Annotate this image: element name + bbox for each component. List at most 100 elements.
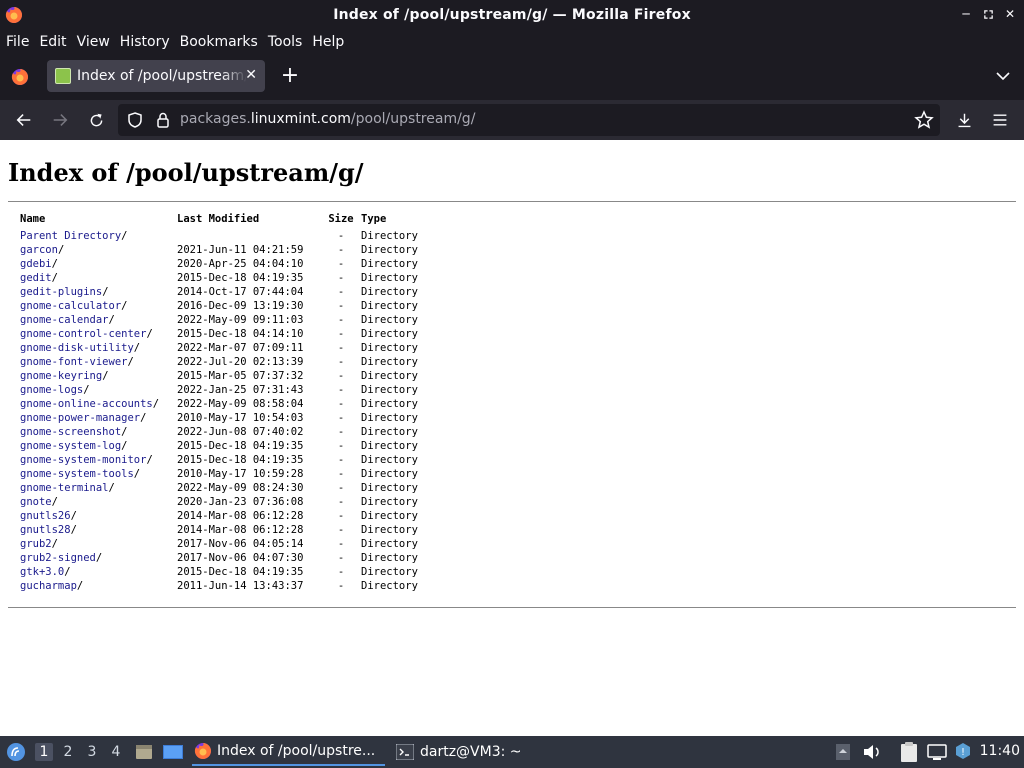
window-title-bar: Index of /pool/upstream/g/ — Mozilla Fir…	[0, 0, 1024, 30]
directory-link[interactable]: gnome-control-center	[20, 328, 146, 340]
menu-file[interactable]: File	[6, 34, 29, 50]
task-firefox-label: Index of /pool/upstre...	[217, 743, 376, 759]
taskbar-clock[interactable]: 11:40	[980, 743, 1020, 759]
minimize-icon[interactable]: ─	[958, 5, 974, 23]
directory-link[interactable]: gnome-keyring	[20, 370, 102, 382]
directory-link[interactable]: gtk+3.0	[20, 566, 64, 578]
firefox-view-icon[interactable]	[11, 68, 29, 86]
directory-link[interactable]: gnome-system-tools	[20, 468, 134, 480]
directory-link[interactable]: grub2	[20, 538, 52, 550]
menu-history[interactable]: History	[120, 34, 170, 50]
entry-suffix: /	[121, 440, 128, 452]
show-desktop-icon[interactable]	[162, 742, 184, 762]
directory-link[interactable]: gdebi	[20, 258, 52, 270]
column-header-modified[interactable]: Last Modified	[177, 212, 321, 226]
entry-suffix: /	[102, 370, 109, 382]
start-menu-icon[interactable]	[6, 742, 26, 762]
directory-link[interactable]: gnome-system-monitor	[20, 454, 146, 466]
menu-help[interactable]: Help	[312, 34, 344, 50]
address-bar[interactable]: packages.linuxmint.com/pool/upstream/g/	[118, 104, 940, 136]
tab-close-icon[interactable]: ✕	[245, 67, 257, 83]
entry-suffix: /	[70, 510, 77, 522]
entry-name-cell: gnome-font-viewer/	[20, 355, 177, 369]
directory-link[interactable]: gnome-font-viewer	[20, 356, 127, 368]
directory-link[interactable]: gnome-logs	[20, 384, 83, 396]
url-text[interactable]: packages.linuxmint.com/pool/upstream/g/	[180, 111, 475, 127]
entry-size: -	[337, 426, 345, 438]
volume-icon[interactable]	[862, 743, 882, 761]
network-icon[interactable]	[927, 743, 947, 761]
entry-type: Directory	[361, 538, 418, 550]
directory-link[interactable]: garcon	[20, 244, 58, 256]
workspace-4[interactable]: 4	[107, 743, 125, 761]
column-header-size[interactable]: Size	[321, 212, 361, 226]
reload-icon[interactable]	[85, 109, 107, 131]
menu-bookmarks[interactable]: Bookmarks	[180, 34, 258, 50]
directory-link[interactable]: gnote	[20, 496, 52, 508]
entry-suffix: /	[121, 426, 128, 438]
column-header-type[interactable]: Type	[361, 212, 441, 226]
directory-link[interactable]: gnome-screenshot	[20, 426, 121, 438]
task-firefox[interactable]: Index of /pool/upstre...	[192, 738, 385, 766]
table-row: gedit-plugins/2014-Oct-17 07:44:04- Direc…	[20, 285, 441, 299]
directory-link[interactable]: gnome-system-log	[20, 440, 121, 452]
directory-link[interactable]: gnome-online-accounts	[20, 398, 153, 410]
table-row: grub2/2017-Nov-06 04:05:14- Directory	[20, 537, 441, 551]
maximize-icon[interactable]	[980, 5, 996, 23]
bookmark-star-icon[interactable]	[914, 110, 934, 130]
file-manager-icon[interactable]	[134, 742, 154, 762]
entry-size: -	[337, 510, 345, 522]
workspace-3[interactable]: 3	[83, 743, 101, 761]
list-all-tabs-chevron-down-icon[interactable]	[996, 69, 1010, 83]
entry-type: Directory	[361, 524, 418, 536]
workspace-1[interactable]: 1	[35, 743, 53, 761]
lock-icon[interactable]	[154, 111, 172, 129]
entry-size: -	[337, 342, 345, 354]
entry-type: Directory	[361, 482, 418, 494]
entry-modified: 2011-Jun-14 13:43:37	[177, 580, 304, 592]
download-icon[interactable]	[953, 109, 975, 131]
entry-type: Directory	[361, 566, 418, 578]
menu-tools[interactable]: Tools	[268, 34, 303, 50]
workspace-2[interactable]: 2	[59, 743, 77, 761]
entry-modified: 2022-Jun-08 07:40:02	[177, 426, 304, 438]
table-row: gnome-power-manager/2010-May-17 10:54:03…	[20, 411, 441, 425]
entry-name-cell: gnome-system-tools/	[20, 467, 177, 481]
column-header-name[interactable]: Name	[20, 212, 177, 226]
directory-link[interactable]: gnome-terminal	[20, 482, 109, 494]
menu-edit[interactable]: Edit	[39, 34, 66, 50]
entry-size: -	[337, 286, 345, 298]
directory-link[interactable]: grub2-signed	[20, 552, 96, 564]
directory-link[interactable]: gnome-calendar	[20, 314, 109, 326]
table-row: garcon/2021-Jun-11 04:21:59- Directory	[20, 243, 441, 257]
directory-link[interactable]: gnome-power-manager	[20, 412, 140, 424]
task-terminal[interactable]: dartz@VM3: ~	[394, 738, 524, 766]
tab-active[interactable]: Index of /pool/upstream/g/ ✕	[47, 60, 265, 92]
directory-link[interactable]: gnutls28	[20, 524, 71, 536]
directory-link[interactable]: gnome-calculator	[20, 300, 121, 312]
entry-size: -	[337, 454, 345, 466]
forward-arrow-icon[interactable]	[49, 109, 71, 131]
clipboard-icon[interactable]	[899, 741, 919, 763]
parent-directory-link[interactable]: Parent Directory	[20, 230, 121, 242]
entry-size: -	[337, 300, 345, 312]
table-row: gnutls28/2014-Mar-08 06:12:28- Directory	[20, 523, 441, 537]
directory-link[interactable]: gedit-plugins	[20, 286, 102, 298]
new-tab-plus-icon[interactable]: +	[280, 65, 300, 87]
directory-link[interactable]: gedit	[20, 272, 52, 284]
entry-modified: 2020-Jan-23 07:36:08	[177, 496, 304, 508]
tracking-protection-shield-icon[interactable]	[126, 111, 144, 129]
menu-view[interactable]: View	[77, 34, 110, 50]
entry-type: Directory	[361, 412, 418, 424]
hamburger-menu-icon[interactable]	[989, 109, 1011, 131]
directory-link[interactable]: gucharmap	[20, 580, 77, 592]
table-row: gnome-screenshot/2022-Jun-08 07:40:02- Di…	[20, 425, 441, 439]
close-icon[interactable]: ✕	[1002, 5, 1018, 23]
entry-type: Directory	[361, 272, 418, 284]
directory-link[interactable]: gnome-disk-utility	[20, 342, 134, 354]
tray-scroll-icon[interactable]	[835, 743, 851, 761]
entry-size: -	[337, 566, 345, 578]
directory-link[interactable]: gnutls26	[20, 510, 71, 522]
back-arrow-icon[interactable]	[13, 109, 35, 131]
update-notification-icon[interactable]: !	[953, 741, 973, 761]
